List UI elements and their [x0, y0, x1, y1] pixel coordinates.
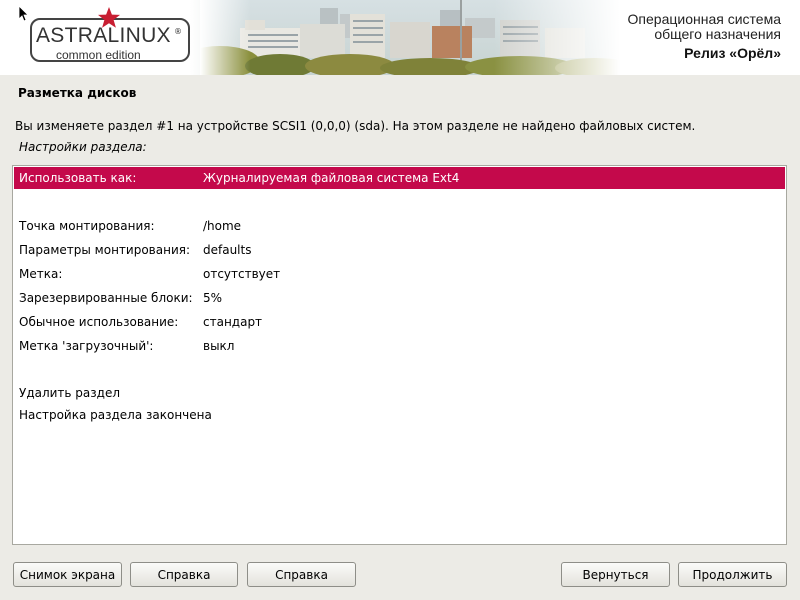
- partition-settings-list[interactable]: Использовать как: Журналируемая файловая…: [12, 165, 787, 545]
- header-banner: ASTRALINUX ® common edition Операционная…: [0, 0, 800, 75]
- setting-mount-point[interactable]: Точка монтирования: /home: [14, 215, 785, 237]
- os-line-2: общего назначения: [654, 26, 781, 42]
- setting-use-as[interactable]: Использовать как: Журналируемая файловая…: [14, 167, 785, 189]
- screenshot-button[interactable]: Снимок экрана: [13, 562, 122, 587]
- delete-partition-label: Удалить раздел: [19, 386, 121, 400]
- setting-key: Использовать как:: [19, 171, 137, 185]
- done-setting-partition-item[interactable]: Настройка раздела закончена: [14, 404, 785, 426]
- setting-key: Точка монтирования:: [19, 219, 155, 233]
- back-button[interactable]: Вернуться: [561, 562, 670, 587]
- setting-value: /home: [203, 219, 242, 233]
- help-button[interactable]: Справка: [130, 562, 238, 587]
- setting-key: Обычное использование:: [19, 315, 179, 329]
- help-button-2[interactable]: Справка: [247, 562, 356, 587]
- logo-text: ASTRALINUX: [36, 24, 171, 47]
- release-name: Релиз «Орёл»: [684, 45, 781, 61]
- setting-key: Параметры монтирования:: [19, 243, 190, 257]
- info-text: Вы изменяете раздел #1 на устройстве SCS…: [15, 119, 696, 133]
- logo-subtitle: common edition: [56, 48, 141, 62]
- setting-key: Метка:: [19, 267, 63, 281]
- setting-value: отсутствует: [203, 267, 281, 281]
- delete-partition-item[interactable]: Удалить раздел: [14, 382, 785, 404]
- logo-registered-mark: ®: [174, 27, 182, 36]
- setting-value: 5%: [203, 291, 223, 305]
- done-setting-partition-label: Настройка раздела закончена: [19, 408, 212, 422]
- setting-value: выкл: [203, 339, 235, 353]
- setting-value: Журналируемая файловая система Ext4: [203, 171, 460, 185]
- setting-bootable-flag[interactable]: Метка 'загрузочный': выкл: [14, 335, 785, 357]
- mouse-pointer-icon: [19, 6, 29, 22]
- setting-value: defaults: [203, 243, 252, 257]
- setting-label[interactable]: Метка: отсутствует: [14, 263, 785, 285]
- setting-key: Метка 'загрузочный':: [19, 339, 154, 353]
- setting-key: Зарезервированные блоки:: [19, 291, 193, 305]
- page-title: Разметка дисков: [18, 86, 137, 100]
- settings-subtitle: Настройки раздела:: [19, 140, 147, 154]
- setting-mount-options[interactable]: Параметры монтирования: defaults: [14, 239, 785, 261]
- city-photo: [200, 0, 620, 75]
- setting-value: стандарт: [203, 315, 263, 329]
- continue-button[interactable]: Продолжить: [678, 562, 787, 587]
- setting-typical-usage[interactable]: Обычное использование: стандарт: [14, 311, 785, 333]
- setting-reserved-blocks[interactable]: Зарезервированные блоки: 5%: [14, 287, 785, 309]
- os-description: Операционная система общего назначения: [628, 12, 781, 42]
- os-line-1: Операционная система: [627, 11, 781, 27]
